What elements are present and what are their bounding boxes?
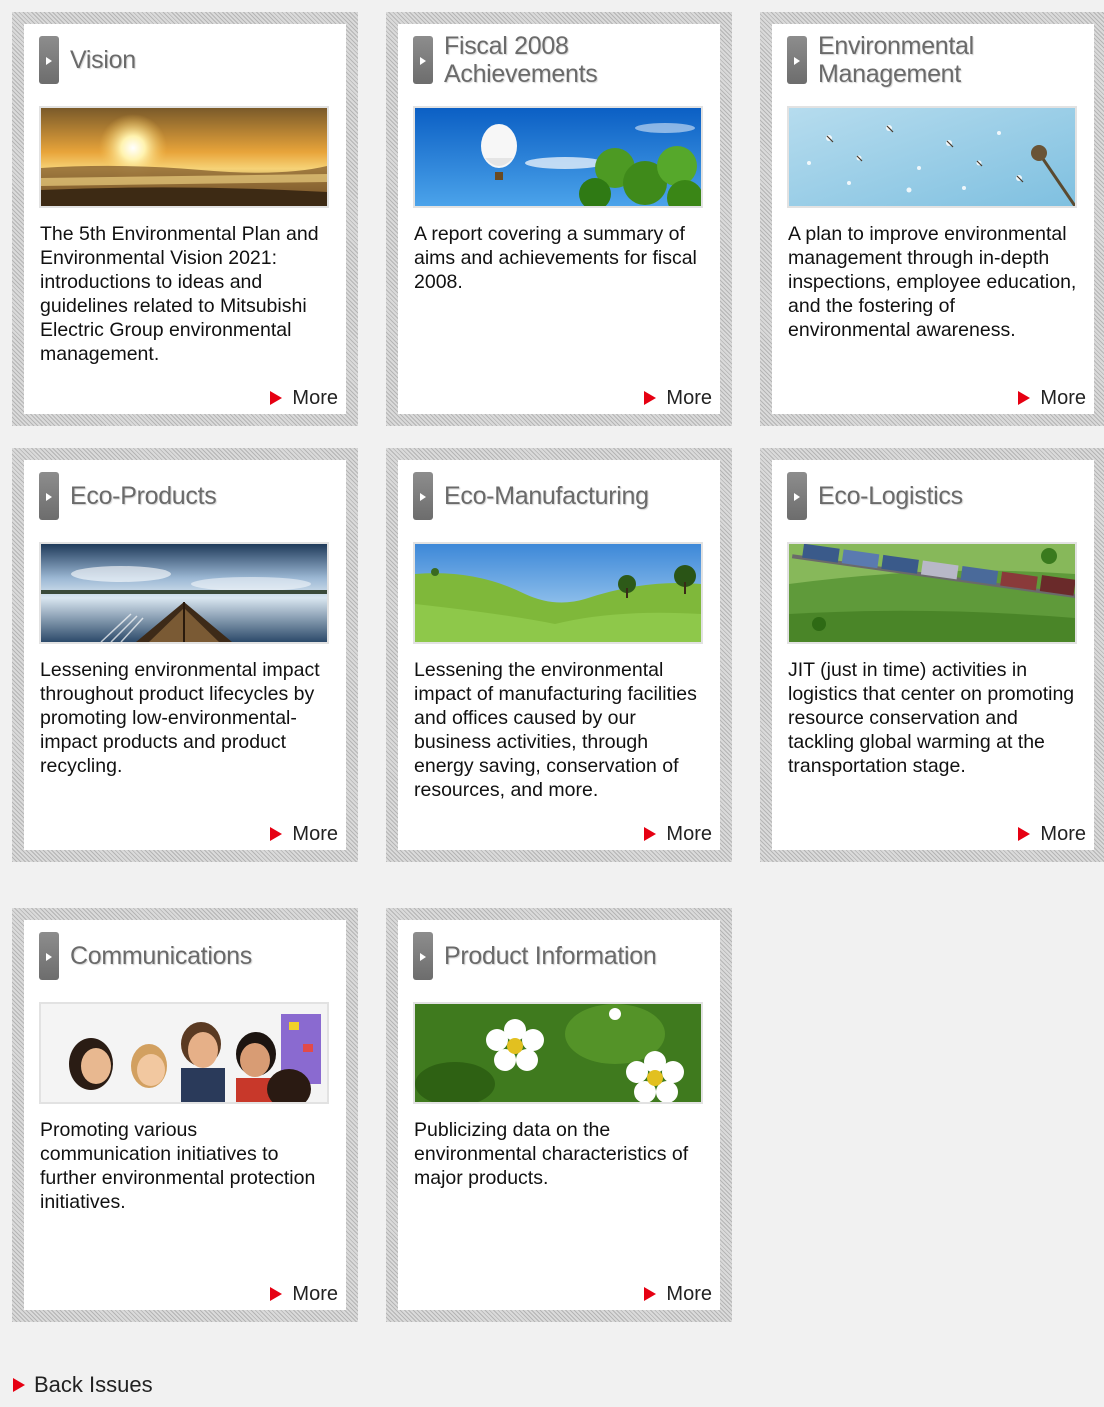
card-environmental-management: Environmental Management A plan to impro… <box>760 12 1104 426</box>
arrow-tab-icon <box>39 932 59 980</box>
boat-on-lake-image[interactable] <box>39 542 329 644</box>
card-description: A report covering a summary of aims and … <box>414 223 697 293</box>
card-eco-products: Eco-Products Lessening environmental imp… <box>12 448 358 862</box>
more-link[interactable]: More <box>1018 387 1086 410</box>
dandelion-seeds-in-sky-image[interactable] <box>787 106 1077 208</box>
red-arrow-icon <box>13 1378 25 1392</box>
more-link[interactable]: More <box>644 1283 712 1306</box>
red-arrow-icon <box>644 1287 657 1301</box>
more-link[interactable]: More <box>644 387 712 410</box>
arrow-tab-icon <box>413 36 433 84</box>
card-title[interactable]: Eco-Products <box>70 468 340 524</box>
card-title[interactable]: Environmental Management <box>818 32 1088 88</box>
card-product-information: Product Information Publicizing data on … <box>386 908 732 1322</box>
sunset-over-sea-image[interactable] <box>39 106 329 208</box>
card-description: JIT (just in time) activities in logisti… <box>788 659 1075 777</box>
more-link[interactable]: More <box>270 387 338 410</box>
card-title[interactable]: Eco-Logistics <box>818 468 1088 524</box>
red-arrow-icon <box>270 827 283 841</box>
more-link[interactable]: More <box>1018 823 1086 846</box>
red-arrow-icon <box>270 1287 283 1301</box>
white-flowers-image[interactable] <box>413 1002 703 1104</box>
freight-train-image[interactable] <box>787 542 1077 644</box>
card-title[interactable]: Vision <box>70 32 340 88</box>
arrow-tab-icon <box>413 932 433 980</box>
hot-air-balloon-and-clover-image[interactable] <box>413 106 703 208</box>
arrow-tab-icon <box>39 36 59 84</box>
more-link[interactable]: More <box>270 823 338 846</box>
red-arrow-icon <box>1018 827 1031 841</box>
more-link[interactable]: More <box>270 1283 338 1306</box>
card-communications: Communications Promoting various communi… <box>12 908 358 1322</box>
arrow-tab-icon <box>787 472 807 520</box>
card-description: Lessening the environmental impact of ma… <box>414 659 697 801</box>
card-description: A plan to improve environmental manageme… <box>788 223 1077 341</box>
card-title[interactable]: Fiscal 2008 Achievements <box>444 32 714 88</box>
arrow-tab-icon <box>787 36 807 84</box>
card-description: Lessening environmental impact throughou… <box>40 659 320 777</box>
card-description: Publicizing data on the environmental ch… <box>414 1119 689 1189</box>
card-title[interactable]: Eco-Manufacturing <box>444 468 714 524</box>
card-title[interactable]: Communications <box>70 928 340 984</box>
red-arrow-icon <box>270 391 283 405</box>
card-eco-logistics: Eco-Logistics JIT (just in time) activit… <box>760 448 1104 862</box>
arrow-tab-icon <box>413 472 433 520</box>
children-smiling-image[interactable] <box>39 1002 329 1104</box>
arrow-tab-icon <box>39 472 59 520</box>
more-link[interactable]: More <box>644 823 712 846</box>
card-title[interactable]: Product Information <box>444 928 714 984</box>
red-arrow-icon <box>644 827 657 841</box>
card-description: The 5th Environmental Plan and Environme… <box>40 223 319 365</box>
red-arrow-icon <box>1018 391 1031 405</box>
back-issues-link[interactable]: Back Issues <box>13 1372 153 1398</box>
card-description: Promoting various communication initiati… <box>40 1119 316 1213</box>
card-fiscal-2008-achievements: Fiscal 2008 Achievements A report coveri… <box>386 12 732 426</box>
red-arrow-icon <box>644 391 657 405</box>
card-eco-manufacturing: Eco-Manufacturing Lessening the environm… <box>386 448 732 862</box>
green-hills-image[interactable] <box>413 542 703 644</box>
card-vision: Vision The 5th Environmental Plan and En… <box>12 12 358 426</box>
